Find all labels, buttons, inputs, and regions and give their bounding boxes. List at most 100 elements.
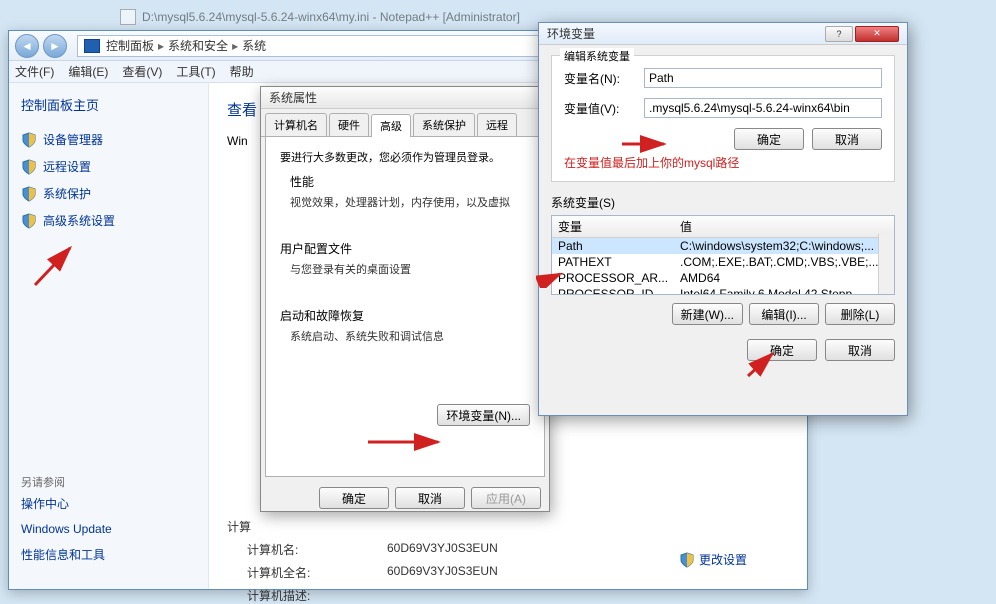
change-settings-link[interactable]: 更改设置	[679, 551, 747, 568]
envdlg-footer: 确定 取消	[551, 339, 895, 361]
see-also-windows-update[interactable]: Windows Update	[17, 517, 200, 541]
perf-desc: 视觉效果，处理器计划，内存使用，以及虚拟	[290, 194, 530, 210]
cell-val: AMD64	[674, 270, 894, 286]
info-value: 60D69V3YJ0S3EUN	[387, 564, 498, 581]
nav-back-button[interactable]: ◄	[15, 34, 39, 58]
sysprop-tab-body: 要进行大多数更改，您必须作为管理员登录。 性能 视觉效果，处理器计划，内存使用，…	[265, 137, 545, 477]
sidebar-item-label: 远程设置	[43, 158, 91, 175]
sysvars-list[interactable]: 变量 值 PathC:\windows\system32;C:\windows;…	[551, 215, 895, 295]
sidebar: 控制面板主页 设备管理器 远程设置 系统保护 高级系统设置 另请参阅 操作中心 …	[9, 83, 209, 589]
apply-label: 应用(A)	[486, 490, 526, 507]
environment-variables-dialog: 环境变量 ? ✕ 编辑系统变量 变量名(N): 变量值(V): 确定 取消 在变…	[538, 22, 908, 416]
cancel-label: 取消	[848, 342, 872, 359]
shield-icon	[21, 132, 37, 148]
cancel-label: 取消	[418, 490, 442, 507]
sysprop-tabstrip: 计算机名 硬件 高级 系统保护 远程	[261, 109, 549, 137]
sidebar-item-label: 设备管理器	[43, 131, 103, 148]
var-name-input[interactable]	[644, 68, 882, 88]
sysprop-intro: 要进行大多数更改，您必须作为管理员登录。	[280, 149, 530, 165]
ok-label: 确定	[770, 342, 794, 359]
tab-protection[interactable]: 系统保护	[413, 113, 475, 136]
see-also-performance[interactable]: 性能信息和工具	[17, 541, 200, 568]
cell-val: .COM;.EXE;.BAT;.CMD;.VBS;.VBE;...	[674, 254, 894, 270]
sysvar-row-pathext[interactable]: PATHEXT.COM;.EXE;.BAT;.CMD;.VBS;.VBE;...	[552, 254, 894, 270]
sysprop-cancel-button[interactable]: 取消	[395, 487, 465, 509]
sysprop-apply-button[interactable]: 应用(A)	[471, 487, 541, 509]
sysvar-row-processor-arch[interactable]: PROCESSOR_AR...AMD64	[552, 270, 894, 286]
profile-title: 用户配置文件	[280, 240, 530, 257]
edit-ok-button[interactable]: 确定	[734, 128, 804, 150]
edit-variable-button[interactable]: 编辑(I)...	[749, 303, 819, 325]
titlebar-buttons: ? ✕	[825, 26, 899, 42]
delete-variable-button[interactable]: 删除(L)	[825, 303, 895, 325]
menu-file[interactable]: 文件(F)	[15, 63, 54, 80]
menu-help[interactable]: 帮助	[230, 63, 254, 80]
sysvar-row-path[interactable]: PathC:\windows\system32;C:\windows;...	[552, 238, 894, 255]
var-name-label: 变量名(N):	[564, 70, 644, 87]
sidebar-item-remote[interactable]: 远程设置	[17, 153, 200, 180]
menu-tools[interactable]: 工具(T)	[176, 63, 215, 80]
new-variable-button[interactable]: 新建(W)...	[672, 303, 743, 325]
notepad-title-text: D:\mysql5.6.24\mysql-5.6.24-winx64\my.in…	[142, 10, 520, 24]
crumb-2[interactable]: 系统和安全	[168, 37, 228, 54]
sysvar-row-processor-id[interactable]: PROCESSOR_ID...Intel64 Family 6 Model 42…	[552, 286, 894, 295]
menu-edit[interactable]: 编辑(E)	[68, 63, 108, 80]
see-also-action-center[interactable]: 操作中心	[17, 490, 200, 517]
sidebar-item-label: 系统保护	[43, 185, 91, 202]
new-label: 新建(W)...	[681, 306, 734, 323]
annotation-note: 在变量值最后加上你的mysql路径	[564, 154, 882, 171]
sidebar-item-protection[interactable]: 系统保护	[17, 180, 200, 207]
notepad-icon	[120, 9, 136, 25]
cell-var: Path	[552, 238, 674, 255]
tab-computer-name[interactable]: 计算机名	[265, 113, 327, 136]
cancel-label: 取消	[835, 131, 859, 148]
close-button[interactable]: ✕	[855, 26, 899, 42]
startup-desc: 系统启动、系统失败和调试信息	[290, 328, 530, 344]
help-button[interactable]: ?	[825, 26, 853, 42]
sysvars-label: 系统变量(S)	[551, 194, 895, 211]
shield-icon	[21, 186, 37, 202]
envdlg-title-text: 环境变量	[547, 25, 595, 42]
change-settings-label: 更改设置	[699, 551, 747, 568]
col-variable[interactable]: 变量	[552, 216, 674, 238]
sysprop-titlebar: 系统属性	[261, 87, 549, 109]
shield-icon	[21, 159, 37, 175]
info-row-description: 计算机描述:	[247, 587, 789, 604]
nav-forward-button[interactable]: ►	[43, 34, 67, 58]
info-label: 计算机描述:	[247, 587, 387, 604]
profile-desc: 与您登录有关的桌面设置	[290, 261, 530, 277]
menu-view[interactable]: 查看(V)	[122, 63, 162, 80]
crumb-1[interactable]: 控制面板	[106, 37, 154, 54]
sysvars-scrollbar[interactable]	[878, 234, 894, 294]
sysvars-header-row: 变量 值	[552, 216, 894, 238]
envdlg-cancel-button[interactable]: 取消	[825, 339, 895, 361]
sidebar-header: 控制面板主页	[17, 95, 200, 114]
edit-buttons: 确定 取消	[564, 128, 882, 150]
ok-label: 确定	[342, 490, 366, 507]
sidebar-item-advanced[interactable]: 高级系统设置	[17, 207, 200, 234]
cell-val: C:\windows\system32;C:\windows;...	[674, 238, 894, 255]
envdlg-ok-button[interactable]: 确定	[747, 339, 817, 361]
sidebar-item-device-manager[interactable]: 设备管理器	[17, 126, 200, 153]
tab-remote[interactable]: 远程	[477, 113, 517, 136]
crumb-3[interactable]: 系统	[242, 37, 266, 54]
envdlg-body: 编辑系统变量 变量名(N): 变量值(V): 确定 取消 在变量值最后加上你的m…	[539, 45, 907, 369]
environment-variables-button[interactable]: 环境变量(N)...	[437, 404, 530, 426]
col-value[interactable]: 值	[674, 216, 894, 238]
perf-title: 性能	[290, 173, 530, 190]
chevron-right-icon: ▸	[158, 39, 164, 53]
tab-advanced[interactable]: 高级	[371, 114, 411, 137]
cell-var: PROCESSOR_AR...	[552, 270, 674, 286]
var-value-label: 变量值(V):	[564, 100, 644, 117]
sysprop-ok-button[interactable]: 确定	[319, 487, 389, 509]
edit-cancel-button[interactable]: 取消	[812, 128, 882, 150]
var-value-input[interactable]	[644, 98, 882, 118]
cell-var: PROCESSOR_ID...	[552, 286, 674, 295]
edit-label: 编辑(I)...	[761, 306, 806, 323]
shield-icon	[21, 213, 37, 229]
system-variables-section: 系统变量(S) 变量 值 PathC:\windows\system32;C:\…	[551, 194, 895, 325]
var-name-row: 变量名(N):	[564, 68, 882, 88]
tab-hardware[interactable]: 硬件	[329, 113, 369, 136]
info-value: 60D69V3YJ0S3EUN	[387, 541, 498, 558]
shield-icon	[679, 552, 695, 568]
